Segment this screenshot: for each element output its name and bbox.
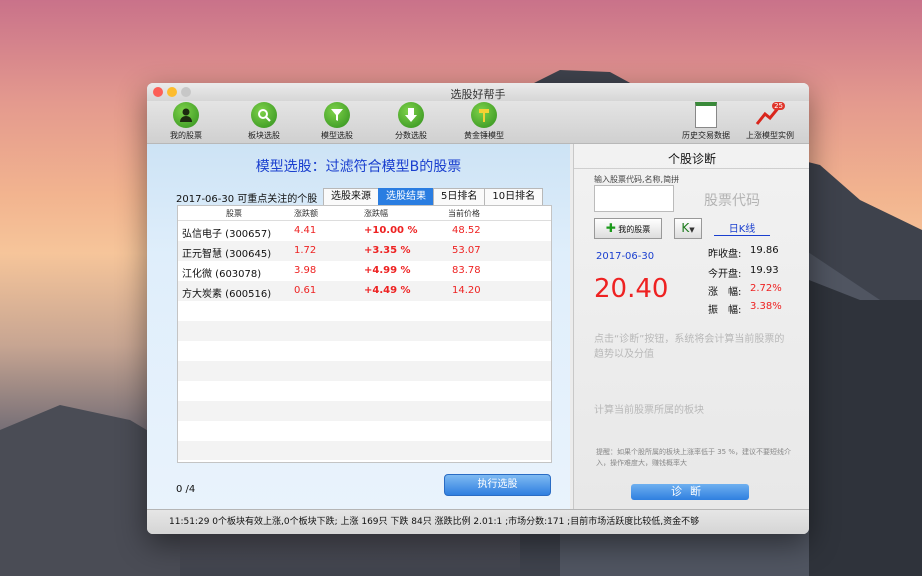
empty-row <box>178 421 551 441</box>
prev-close-value: 19.86 <box>750 245 779 256</box>
toolbar: 我的股票 板块选股 模型选股 分数选股 黄金锤模型 历史交易数据 25 上涨模型… <box>147 101 809 144</box>
empty-row <box>178 361 551 381</box>
amplitude-label: 振 幅: <box>708 305 742 316</box>
magnifier-icon <box>251 102 277 128</box>
model-select-panel: 模型选股：过滤符合模型B的股票 2017-06-30 可重点关注的个股 选股来源… <box>147 144 570 509</box>
toolbar-sector-select[interactable]: 板块选股 <box>229 102 299 141</box>
sector-warning: 提醒：如果个股所属的板块上涨率低于 35 %，建议不要短线介入，操作难度大，赚钱… <box>596 448 792 467</box>
toolbar-history-data[interactable]: 历史交易数据 <box>671 102 741 141</box>
tab-5day-rank[interactable]: 5日排名 <box>433 188 486 206</box>
chevron-down-icon: ▼ <box>689 226 695 234</box>
status-text: 11:51:29 0个板块有效上涨,0个板块下跌; 上涨 169只 下跌 84只… <box>169 517 700 527</box>
toolbar-my-stocks[interactable]: 我的股票 <box>151 102 221 141</box>
table-row[interactable]: 方大炭素 (600516) 0.61 +4.49 % 14.20 <box>178 281 551 301</box>
col-change[interactable]: 涨跌额 <box>294 208 318 219</box>
prev-close-label: 昨收盘: <box>708 249 742 260</box>
toolbar-model-select[interactable]: 模型选股 <box>302 102 372 141</box>
empty-row <box>178 341 551 361</box>
k-chart-dropdown[interactable]: K▼ <box>674 218 702 239</box>
stock-code-input[interactable] <box>594 185 674 212</box>
diagnosis-description: 点击“诊断”按钮，系统将会计算当前股票的趋势以及分值 <box>594 334 785 360</box>
person-icon <box>173 102 199 128</box>
diagnose-button[interactable]: 诊断 <box>631 484 749 500</box>
minimize-window-button[interactable] <box>167 87 177 97</box>
app-window: 选股好帮手 我的股票 板块选股 模型选股 分数选股 黄金锤模型 历史交易数据 2… <box>147 83 809 534</box>
tab-source[interactable]: 选股来源 <box>323 188 379 206</box>
empty-row <box>178 321 551 341</box>
stock-code-label: 股票代码 <box>704 193 760 209</box>
stock-diagnosis-panel: 个股诊断 输入股票代码,名称,简拼 股票代码 ✚ 我的股票 K▼ 日K线 201… <box>573 144 809 509</box>
sector-description: 计算当前股票所属的板块 <box>594 405 704 416</box>
title-bar: 选股好帮手 <box>147 83 809 101</box>
change-label: 涨 幅: <box>708 287 742 298</box>
col-price[interactable]: 当前价格 <box>448 208 480 219</box>
table-row[interactable]: 江化微 (603078) 3.98 +4.99 % 83.78 <box>178 261 551 281</box>
result-tabs: 选股来源 选股结果 5日排名 10日排名 <box>323 188 544 206</box>
badge-count: 25 <box>772 102 785 110</box>
stock-input-hint: 输入股票代码,名称,简拼 <box>594 175 680 184</box>
funnel-icon <box>324 102 350 128</box>
col-stock[interactable]: 股票 <box>226 208 242 219</box>
run-selection-button[interactable]: 执行选股 <box>444 474 551 496</box>
daily-kline-link[interactable]: 日K线 <box>714 220 770 236</box>
selection-count: 0 /4 <box>176 484 196 495</box>
table-row[interactable]: 弘信电子 (300657) 4.41 +10.00 % 48.52 <box>178 221 551 241</box>
empty-row <box>178 301 551 321</box>
table-row[interactable]: 正元智慧 (300645) 1.72 +3.35 % 53.07 <box>178 241 551 261</box>
quote-date: 2017-06-30 <box>596 251 655 262</box>
focus-stock-label: 2017-06-30 可重点关注的个股 <box>176 194 318 205</box>
rising-chart-icon: 25 <box>755 102 785 128</box>
open-label: 今开盘: <box>708 269 742 280</box>
down-arrow-icon <box>398 102 424 128</box>
tab-10day-rank[interactable]: 10日排名 <box>484 188 544 206</box>
page-title: 模型选股：过滤符合模型B的股票 <box>255 159 462 175</box>
empty-row <box>178 401 551 421</box>
diagnosis-title: 个股诊断 <box>667 152 716 166</box>
amplitude-value: 3.38% <box>750 301 782 312</box>
window-title: 选股好帮手 <box>450 88 506 101</box>
table-header: 股票 涨跌额 涨跌幅 当前价格 <box>178 206 551 221</box>
open-value: 19.93 <box>750 265 779 276</box>
change-value: 2.72% <box>750 283 782 294</box>
empty-row <box>178 381 551 401</box>
my-stocks-button[interactable]: ✚ 我的股票 <box>594 218 662 239</box>
hammer-icon <box>471 102 497 128</box>
toolbar-golden-hammer[interactable]: 黄金锤模型 <box>449 102 519 141</box>
empty-row <box>178 441 551 460</box>
zoom-window-button[interactable] <box>181 87 191 97</box>
plus-icon: ✚ <box>605 221 616 235</box>
tab-results[interactable]: 选股结果 <box>378 188 434 206</box>
current-price: 20.40 <box>594 274 669 304</box>
close-window-button[interactable] <box>153 87 163 97</box>
col-change-pct[interactable]: 涨跌幅 <box>364 208 388 219</box>
stock-table: 股票 涨跌额 涨跌幅 当前价格 弘信电子 (300657) 4.41 +10.0… <box>177 205 552 463</box>
notepad-icon <box>695 102 717 128</box>
toolbar-rising-model[interactable]: 25 上涨模型实例 <box>735 102 805 141</box>
divider <box>574 168 809 169</box>
toolbar-score-select[interactable]: 分数选股 <box>376 102 446 141</box>
status-bar: 11:51:29 0个板块有效上涨,0个板块下跌; 上涨 169只 下跌 84只… <box>147 509 809 534</box>
